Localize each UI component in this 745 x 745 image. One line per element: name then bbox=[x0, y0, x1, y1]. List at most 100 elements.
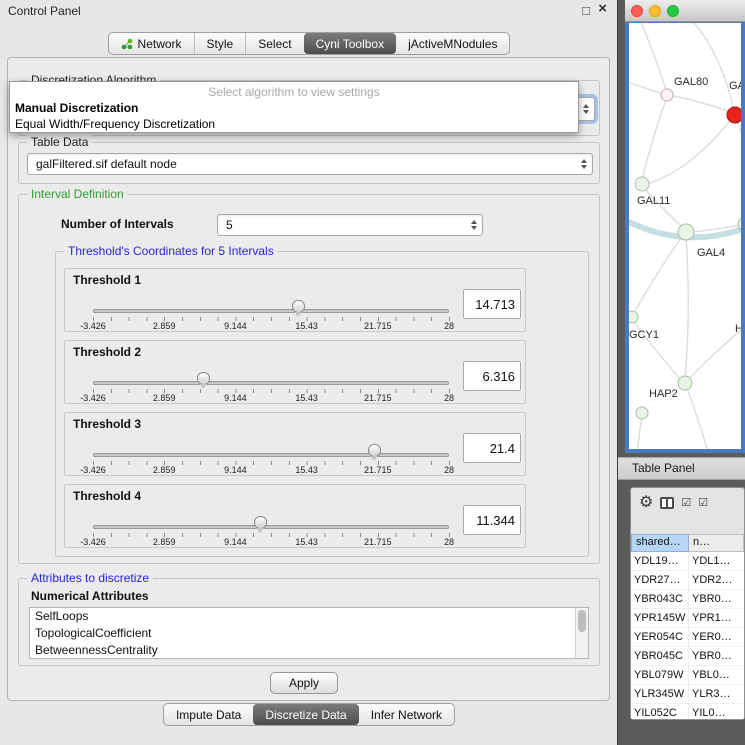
tab-network[interactable]: Network bbox=[109, 33, 194, 54]
table-cell: YIL052C bbox=[631, 704, 689, 719]
tick-label: 2.859 bbox=[153, 321, 176, 331]
table-cell: YPR145W bbox=[631, 609, 689, 627]
control-panel: Control Panel □ × Network StyleSelectCyni… bbox=[0, 0, 618, 745]
tab-infer-network[interactable]: Infer Network bbox=[359, 704, 454, 725]
tick-label: 9.144 bbox=[224, 393, 247, 403]
threshold-value-field[interactable] bbox=[463, 361, 521, 391]
slider-track[interactable] bbox=[93, 525, 449, 529]
column-header-name[interactable]: n… bbox=[689, 534, 744, 552]
table-row[interactable]: YBR045CYBR0… bbox=[631, 647, 744, 666]
select-column-icon[interactable]: ☑ bbox=[698, 497, 708, 509]
table-row[interactable]: YDL19…YDL1… bbox=[631, 552, 744, 571]
table-row[interactable]: YLR345WYLR3… bbox=[631, 685, 744, 704]
algorithm-dropdown-popup: Select algorithm to view settings Manual… bbox=[9, 81, 579, 133]
list-item[interactable]: SelfLoops bbox=[30, 608, 588, 625]
top-tab-strip: Network StyleSelectCyni Toolbox jActiveMNo… bbox=[108, 32, 511, 55]
threshold-panel: Threshold 3 -3.4262.8599.14415.4321.7152… bbox=[64, 412, 526, 476]
table-cell: YER054C bbox=[631, 628, 689, 646]
table-cell: YBL079W bbox=[631, 666, 689, 684]
table-panel-window: ⚙ ☑ ☑ shared… n… YDL19…YDL1…YDR27…YDR2…Y… bbox=[630, 487, 745, 720]
table-data-combobox[interactable]: galFiltered.sif default node bbox=[27, 153, 593, 175]
close-traffic-light-icon[interactable] bbox=[631, 5, 643, 17]
table-row[interactable]: YDR27…YDR2… bbox=[631, 571, 744, 590]
network-node[interactable] bbox=[678, 376, 692, 390]
dropdown-option-equal-width-frequency[interactable]: Equal Width/Frequency Discretization bbox=[10, 116, 578, 132]
slider-thumb[interactable] bbox=[197, 372, 210, 385]
float-icon[interactable]: □ bbox=[582, 3, 590, 19]
table-row[interactable]: YPR145WYPR1… bbox=[631, 609, 744, 628]
group-label-table-data: Table Data bbox=[27, 135, 92, 149]
table-header-row: shared… n… bbox=[631, 534, 744, 552]
tab-select[interactable]: Select bbox=[245, 33, 303, 54]
list-item[interactable]: TopologicalCoefficient bbox=[30, 625, 588, 642]
stepper-icon bbox=[581, 159, 587, 169]
minimize-traffic-light-icon[interactable] bbox=[649, 5, 661, 17]
tab-jactivemnodules[interactable]: jActiveMNodules bbox=[396, 33, 509, 54]
table-cell: YBL0… bbox=[689, 666, 744, 684]
numerical-attributes-list[interactable]: SelfLoopsTopologicalCoefficientBetweenne… bbox=[29, 607, 589, 659]
tab-impute-data[interactable]: Impute Data bbox=[164, 704, 253, 725]
apply-button[interactable]: Apply bbox=[270, 672, 338, 694]
table-cell: YIL0… bbox=[689, 704, 744, 719]
network-canvas[interactable]: GAL80GAGAL11GAL4GCY1HHAP2 bbox=[629, 23, 741, 449]
node-label: GAL4 bbox=[697, 247, 725, 259]
tick-label: 21.715 bbox=[364, 465, 392, 475]
dropdown-placeholder: Select algorithm to view settings bbox=[10, 84, 578, 100]
table-row[interactable]: YER054CYER0… bbox=[631, 628, 744, 647]
table-row[interactable]: YIL052CYIL0… bbox=[631, 704, 744, 719]
network-node[interactable] bbox=[727, 107, 741, 123]
column-header-shared[interactable]: shared… bbox=[631, 534, 689, 552]
tab-discretize-data[interactable]: Discretize Data bbox=[253, 704, 358, 725]
slider-thumb[interactable] bbox=[254, 516, 267, 529]
scrollbar[interactable] bbox=[575, 608, 588, 658]
table-row[interactable]: YBL079WYBL0… bbox=[631, 666, 744, 685]
group-label-thresholds: Threshold's Coordinates for 5 Intervals bbox=[64, 244, 278, 258]
network-node[interactable] bbox=[636, 407, 648, 419]
network-node[interactable] bbox=[635, 177, 649, 191]
tick-label: 21.715 bbox=[364, 537, 392, 547]
table-cell: YDL1… bbox=[689, 552, 744, 570]
group-label-attributes: Attributes to discretize bbox=[27, 571, 153, 585]
tab-style[interactable]: Style bbox=[194, 33, 246, 54]
zoom-traffic-light-icon[interactable] bbox=[667, 5, 679, 17]
dropdown-option-manual-discretization[interactable]: Manual Discretization bbox=[10, 100, 578, 116]
table-cell: YDR27… bbox=[631, 571, 689, 589]
close-icon[interactable]: × bbox=[598, 1, 607, 17]
number-of-intervals-combobox[interactable]: 5 bbox=[217, 214, 483, 236]
number-of-intervals-value: 5 bbox=[218, 215, 482, 235]
list-item[interactable]: BetweennessCentrality bbox=[30, 642, 588, 659]
gear-icon[interactable]: ⚙ bbox=[639, 495, 653, 511]
threshold-value-field[interactable] bbox=[463, 505, 521, 535]
tick-label: 2.859 bbox=[153, 465, 176, 475]
interval-definition-group: Interval Definition Number of Intervals … bbox=[18, 194, 600, 564]
tick-label: 15.43 bbox=[295, 321, 318, 331]
tab-label: Network bbox=[138, 37, 182, 51]
slider-track[interactable] bbox=[93, 453, 449, 457]
tick-label: 21.715 bbox=[364, 321, 392, 331]
slider-track[interactable] bbox=[93, 309, 449, 313]
network-window-titlebar[interactable] bbox=[625, 0, 745, 22]
select-all-icon[interactable]: ☑ bbox=[681, 497, 691, 509]
tab-label: jActiveMNodules bbox=[408, 37, 497, 51]
network-node[interactable] bbox=[661, 89, 673, 101]
table-body: YDL19…YDL1…YDR27…YDR2…YBR043CYBR0…YPR145… bbox=[631, 552, 744, 719]
group-label-interval-definition: Interval Definition bbox=[27, 187, 128, 201]
slider-thumb[interactable] bbox=[368, 444, 381, 457]
tick-label: 28 bbox=[444, 393, 454, 403]
slider-thumb[interactable] bbox=[292, 300, 305, 313]
threshold-value-field[interactable] bbox=[463, 289, 521, 319]
scrollbar-thumb[interactable] bbox=[578, 610, 586, 632]
network-node[interactable] bbox=[678, 224, 694, 240]
network-node[interactable] bbox=[629, 311, 638, 323]
tab-label: Infer Network bbox=[371, 708, 442, 722]
number-of-intervals-label: Number of Intervals bbox=[61, 217, 174, 231]
tab-cyni-toolbox[interactable]: Cyni Toolbox bbox=[304, 33, 396, 54]
threshold-value-field[interactable] bbox=[463, 433, 521, 463]
columns-icon[interactable] bbox=[660, 497, 674, 509]
slider-track[interactable] bbox=[93, 381, 449, 385]
table-row[interactable]: YBR043CYBR0… bbox=[631, 590, 744, 609]
control-panel-titlebar: Control Panel □ × bbox=[0, 0, 617, 24]
attributes-group: Attributes to discretize Numerical Attri… bbox=[18, 578, 600, 666]
table-cell: YDL19… bbox=[631, 552, 689, 570]
tick-label: -3.426 bbox=[80, 465, 106, 475]
